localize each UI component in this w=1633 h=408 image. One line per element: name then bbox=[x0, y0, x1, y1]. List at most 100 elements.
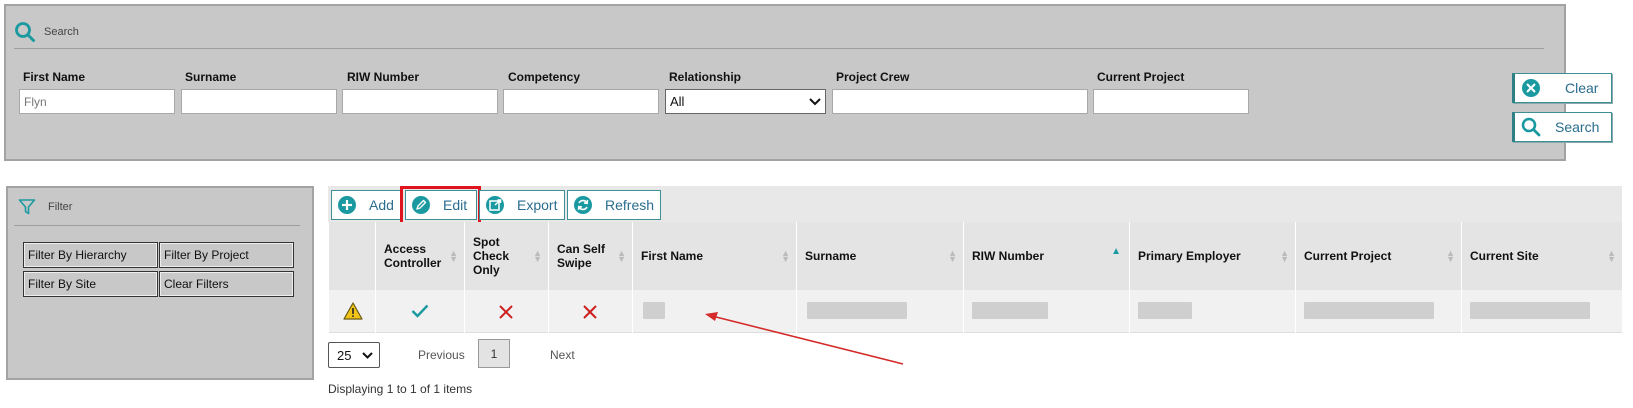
spot-check-only-cell bbox=[464, 290, 548, 333]
refresh-button-label: Refresh bbox=[605, 197, 655, 213]
search-icon bbox=[15, 22, 35, 42]
clear-icon bbox=[1522, 79, 1540, 97]
column-header-can-self-swipe[interactable]: Can Self Swipe ▲ ▼ bbox=[548, 222, 632, 290]
column-header-label: Surname bbox=[805, 249, 857, 263]
riw-number-label: RIW Number bbox=[347, 70, 419, 84]
redacted-value bbox=[1304, 302, 1434, 319]
column-header-current-site[interactable]: Current Site ▲ ▼ bbox=[1461, 222, 1622, 290]
relationship-value: All bbox=[670, 94, 685, 109]
column-header-riw-number[interactable]: RIW Number ▲ bbox=[963, 222, 1129, 290]
chevron-down-icon bbox=[809, 97, 821, 105]
search-panel bbox=[4, 4, 1566, 161]
cross-icon bbox=[499, 305, 513, 319]
sort-indicator-icon: ▲ ▼ bbox=[449, 248, 458, 264]
sort-indicator-icon: ▲ ▼ bbox=[1280, 248, 1289, 264]
export-icon bbox=[486, 196, 504, 214]
surname-input[interactable] bbox=[181, 89, 337, 114]
export-button[interactable]: Export bbox=[479, 190, 565, 220]
clear-button[interactable]: Clear bbox=[1512, 73, 1612, 103]
filter-by-hierarchy-label: Filter By Hierarchy bbox=[28, 248, 127, 262]
filter-header: Filter bbox=[18, 198, 72, 216]
cross-icon bbox=[583, 305, 597, 319]
search-button-label: Search bbox=[1555, 119, 1600, 135]
first-name-input[interactable]: Flyn bbox=[19, 89, 175, 114]
column-header-surname[interactable]: Surname ▲ ▼ bbox=[796, 222, 963, 290]
current-project-input[interactable] bbox=[1093, 89, 1249, 114]
access-controller-cell bbox=[375, 290, 464, 333]
redacted-value bbox=[643, 302, 665, 319]
sort-indicator-icon: ▲ ▼ bbox=[1446, 248, 1455, 264]
filter-icon bbox=[18, 199, 36, 215]
current-site-cell bbox=[1461, 290, 1622, 333]
current-page-button[interactable]: 1 bbox=[478, 339, 510, 368]
search-icon bbox=[1521, 117, 1541, 137]
sort-ascending-icon: ▲ bbox=[1111, 246, 1121, 257]
search-button[interactable]: Search bbox=[1512, 112, 1612, 142]
column-header-label: RIW Number bbox=[972, 249, 1044, 263]
sort-indicator-icon: ▲ ▼ bbox=[617, 248, 626, 264]
page-size-value: 25 bbox=[337, 347, 352, 363]
riw-number-cell bbox=[963, 290, 1129, 333]
redacted-value bbox=[1470, 302, 1590, 319]
column-header-label: Primary Employer bbox=[1138, 249, 1241, 263]
filter-by-project-label: Filter By Project bbox=[164, 248, 249, 262]
surname-label: Surname bbox=[185, 70, 237, 84]
column-header-spot-check-only[interactable]: Spot Check Only ▲ ▼ bbox=[464, 222, 548, 290]
relationship-select[interactable]: All bbox=[665, 89, 826, 114]
column-header-primary-employer[interactable]: Primary Employer ▲ ▼ bbox=[1129, 222, 1295, 290]
add-icon bbox=[338, 196, 356, 214]
warning-icon bbox=[343, 302, 363, 320]
next-page-link[interactable]: Next bbox=[550, 348, 575, 362]
current-page-label: 1 bbox=[490, 346, 498, 361]
clear-button-label: Clear bbox=[1565, 80, 1599, 96]
refresh-button[interactable]: Refresh bbox=[567, 190, 661, 220]
filter-by-site-button[interactable]: Filter By Site bbox=[23, 271, 158, 297]
filter-by-project-button[interactable]: Filter By Project bbox=[159, 242, 294, 268]
competency-label: Competency bbox=[508, 70, 581, 84]
redacted-value bbox=[972, 302, 1048, 319]
redacted-value bbox=[1138, 302, 1192, 319]
add-button-label: Add bbox=[369, 197, 394, 213]
clear-filters-label: Clear Filters bbox=[164, 277, 229, 291]
first-name-label: First Name bbox=[23, 70, 86, 84]
refresh-icon bbox=[574, 196, 592, 214]
sort-indicator-icon: ▲ ▼ bbox=[533, 248, 542, 264]
status-cell bbox=[328, 290, 375, 333]
previous-page-link[interactable]: Previous bbox=[418, 348, 465, 362]
clear-filters-button[interactable]: Clear Filters bbox=[159, 271, 294, 297]
search-header: Search bbox=[14, 20, 79, 44]
filter-divider bbox=[14, 225, 300, 226]
filter-by-hierarchy-button[interactable]: Filter By Hierarchy bbox=[23, 242, 158, 268]
edit-button[interactable]: Edit bbox=[405, 190, 477, 220]
project-crew-input[interactable] bbox=[832, 89, 1088, 114]
checkmark-icon bbox=[411, 304, 429, 318]
sort-indicator-icon: ▲ ▼ bbox=[781, 248, 790, 264]
chevron-down-icon bbox=[362, 352, 373, 359]
filter-header-label: Filter bbox=[48, 201, 73, 213]
edit-button-label: Edit bbox=[443, 197, 468, 213]
first-name-placeholder: Flyn bbox=[24, 94, 47, 109]
add-button[interactable]: Add bbox=[331, 190, 401, 220]
riw-number-input[interactable] bbox=[342, 89, 498, 114]
column-header-label: First Name bbox=[641, 249, 704, 263]
competency-input[interactable] bbox=[503, 89, 659, 114]
sort-indicator-icon: ▲ ▼ bbox=[948, 248, 957, 264]
column-header-label: Can Self Swipe bbox=[557, 242, 606, 270]
column-header-current-project[interactable]: Current Project ▲ ▼ bbox=[1295, 222, 1461, 290]
annotation-arrow bbox=[705, 312, 904, 365]
page-size-select[interactable]: 25 bbox=[328, 342, 380, 368]
sort-indicator-icon: ▲ ▼ bbox=[1607, 248, 1616, 264]
export-button-label: Export bbox=[517, 197, 558, 213]
column-header-access-controller[interactable]: Access Controller ▲ ▼ bbox=[375, 222, 464, 290]
column-header-label: Current Project bbox=[1304, 249, 1392, 263]
column-header-first-name[interactable]: First Name ▲ ▼ bbox=[632, 222, 796, 290]
column-header-status bbox=[328, 222, 375, 290]
relationship-label: Relationship bbox=[669, 70, 742, 84]
search-divider bbox=[14, 48, 1544, 49]
primary-employer-cell bbox=[1129, 290, 1295, 333]
current-project-cell bbox=[1295, 290, 1461, 333]
search-header-label: Search bbox=[44, 26, 79, 38]
can-self-swipe-cell bbox=[548, 290, 632, 333]
current-project-label: Current Project bbox=[1097, 70, 1185, 84]
pager-info: Displaying 1 to 1 of 1 items bbox=[328, 382, 473, 396]
